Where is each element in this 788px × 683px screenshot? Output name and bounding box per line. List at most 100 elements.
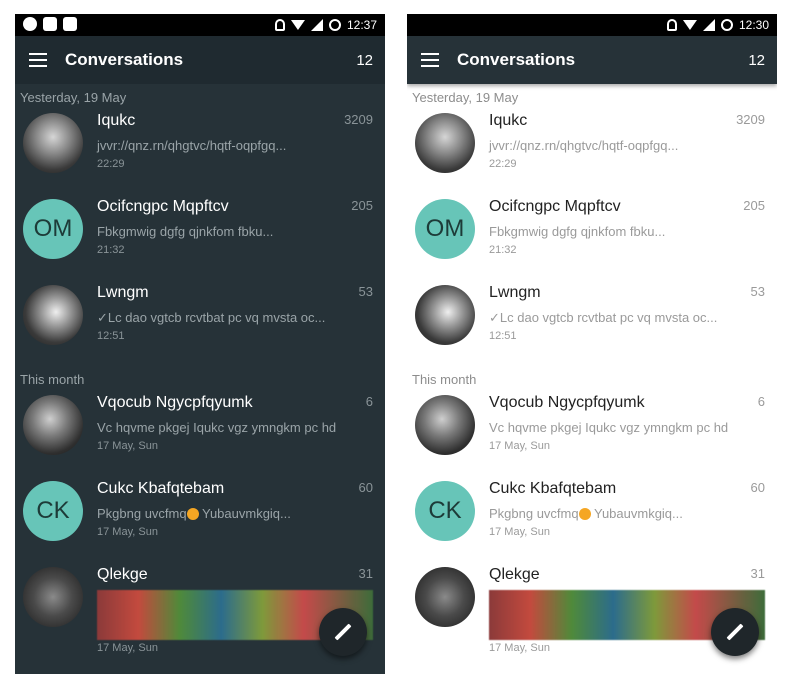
avatar xyxy=(23,285,83,345)
page-title: Conversations xyxy=(457,50,576,69)
message-time: 22:29 xyxy=(489,158,517,170)
conversation-item[interactable]: OM Ocifcngpc Mqpftcv Fbkgmwig dgfg qjnkf… xyxy=(15,194,385,280)
contact-name: Cukc Kbafqtebam xyxy=(489,480,617,497)
message-snippet: Pkgbng uvcfmq Yubauvmkgiq... xyxy=(97,506,291,521)
status-bar: 12:30 xyxy=(407,14,777,36)
conversation-item[interactable]: OM Ocifcngpc Mqpftcv Fbkgmwig dgfg qjnkf… xyxy=(407,194,777,280)
avatar xyxy=(415,113,475,173)
app-notification-icon xyxy=(63,17,77,31)
message-snippet: Vc hqvme pkgej Iqukc vgz ymngkm pc hd xyxy=(489,420,729,435)
status-bar: 12:37 xyxy=(15,14,385,36)
message-count: 53 xyxy=(750,284,765,299)
pencil-icon xyxy=(334,623,352,641)
contact-name: Ocifcngpc Mqpftcv xyxy=(97,198,229,215)
message-count: 31 xyxy=(750,566,765,581)
message-snippet: Pkgbng uvcfmq Yubauvmkgiq... xyxy=(489,506,683,521)
contact-name: Iqukc xyxy=(489,112,528,129)
message-count: 3209 xyxy=(344,112,373,127)
avatar xyxy=(23,567,83,627)
message-count: 31 xyxy=(358,566,373,581)
message-count: 60 xyxy=(750,480,765,495)
status-time: 12:30 xyxy=(738,18,769,32)
message-time: 17 May, Sun xyxy=(489,440,550,452)
message-time: 12:51 xyxy=(489,330,517,342)
message-time: 17 May, Sun xyxy=(97,440,158,452)
message-time: 21:32 xyxy=(489,244,517,256)
dark-theme-screen: 12:37 Conversations 12 Yesterday, 19 May… xyxy=(15,14,385,674)
contact-name: Vqocub Ngycpfqyumk xyxy=(489,394,645,411)
message-time: 17 May, Sun xyxy=(97,526,158,538)
conversation-item[interactable]: Lwngm ✓Lc dao vgtcb rcvtbat pc vq mvsta … xyxy=(15,280,385,366)
message-count: 3209 xyxy=(736,112,765,127)
section-header: This month xyxy=(20,372,85,387)
signal-icon xyxy=(702,19,715,31)
message-count: 53 xyxy=(358,284,373,299)
conversation-item[interactable]: Iqukc jvvr://qnz.rn/qhgtvc/hqtf-oqpfgq..… xyxy=(407,108,777,194)
compose-button[interactable] xyxy=(319,608,367,656)
smiley-icon xyxy=(578,508,591,520)
contact-name: Iqukc xyxy=(97,112,136,129)
avatar xyxy=(415,285,475,345)
message-snippet: Fbkgmwig dgfg qjnkfom fbku... xyxy=(97,224,274,239)
message-snippet: ✓Lc dao vgtcb rcvtbat pc vq mvsta oc... xyxy=(489,310,718,325)
menu-icon[interactable] xyxy=(421,53,439,67)
conversation-item[interactable]: CK Cukc Kbafqtebam Pkgbng uvcfmq Yubauvm… xyxy=(15,476,385,562)
toolbar: Conversations 12 xyxy=(15,36,385,84)
compose-button[interactable] xyxy=(711,608,759,656)
message-time: 21:32 xyxy=(97,244,125,256)
message-snippet: jvvr://qnz.rn/qhgtvc/hqtf-oqpfgq... xyxy=(489,138,679,153)
message-count: 205 xyxy=(743,198,765,213)
pencil-icon xyxy=(726,623,744,641)
page-title: Conversations xyxy=(65,50,184,69)
contact-name: Lwngm xyxy=(97,284,149,301)
message-time: 12:51 xyxy=(97,330,125,342)
smiley-icon xyxy=(186,508,199,520)
section-header: Yesterday, 19 May xyxy=(20,90,127,105)
battery-icon xyxy=(328,19,341,31)
message-snippet: ✓Lc dao vgtcb rcvtbat pc vq mvsta oc... xyxy=(97,310,326,325)
message-count: 60 xyxy=(358,480,373,495)
avatar: CK xyxy=(23,481,83,541)
message-time: 17 May, Sun xyxy=(489,642,550,654)
battery-icon xyxy=(720,19,733,31)
section-header: Yesterday, 19 May xyxy=(412,90,519,105)
message-count: 6 xyxy=(757,394,765,409)
mute-icon xyxy=(274,19,285,31)
message-time: 17 May, Sun xyxy=(489,526,550,538)
light-theme-screen: 12:30 Conversations 12 Yesterday, 19 May… xyxy=(407,14,777,674)
message-snippet: jvvr://qnz.rn/qhgtvc/hqtf-oqpfgq... xyxy=(97,138,287,153)
contact-name: Ocifcngpc Mqpftcv xyxy=(489,198,621,215)
avatar: OM xyxy=(23,199,83,259)
message-count: 205 xyxy=(351,198,373,213)
chat-notification-icon xyxy=(23,17,37,31)
conversation-item[interactable]: Vqocub Ngycpfqyumk Vc hqvme pkgej Iqukc … xyxy=(407,390,777,476)
message-snippet: Fbkgmwig dgfg qjnkfom fbku... xyxy=(489,224,666,239)
mute-icon xyxy=(666,19,677,31)
toolbar: Conversations 12 xyxy=(407,36,777,84)
status-time: 12:37 xyxy=(346,18,377,32)
conversation-item[interactable]: Vqocub Ngycpfqyumk Vc hqvme pkgej Iqukc … xyxy=(15,390,385,476)
menu-icon[interactable] xyxy=(29,53,47,67)
conversation-count: 12 xyxy=(356,51,373,69)
avatar xyxy=(23,113,83,173)
avatar: OM xyxy=(415,199,475,259)
message-count: 6 xyxy=(365,394,373,409)
contact-name: Vqocub Ngycpfqyumk xyxy=(97,394,253,411)
message-snippet: Vc hqvme pkgej Iqukc vgz ymngkm pc hd xyxy=(97,420,337,435)
message-time: 17 May, Sun xyxy=(97,642,158,654)
contact-name: Qlekge xyxy=(97,566,148,583)
wifi-icon xyxy=(682,20,697,30)
conversation-item[interactable]: Lwngm ✓Lc dao vgtcb rcvtbat pc vq mvsta … xyxy=(407,280,777,366)
avatar xyxy=(415,567,475,627)
conversation-item[interactable]: CK Cukc Kbafqtebam Pkgbng uvcfmq Yubauvm… xyxy=(407,476,777,562)
contact-name: Lwngm xyxy=(489,284,541,301)
message-time: 22:29 xyxy=(97,158,125,170)
avatar xyxy=(23,395,83,455)
contact-name: Cukc Kbafqtebam xyxy=(97,480,225,497)
image-notification-icon xyxy=(43,17,57,31)
avatar: CK xyxy=(415,481,475,541)
contact-name: Qlekge xyxy=(489,566,540,583)
conversation-item[interactable]: Iqukc jvvr://qnz.rn/qhgtvc/hqtf-oqpfgq..… xyxy=(15,108,385,194)
signal-icon xyxy=(310,19,323,31)
conversation-count: 12 xyxy=(748,51,765,69)
